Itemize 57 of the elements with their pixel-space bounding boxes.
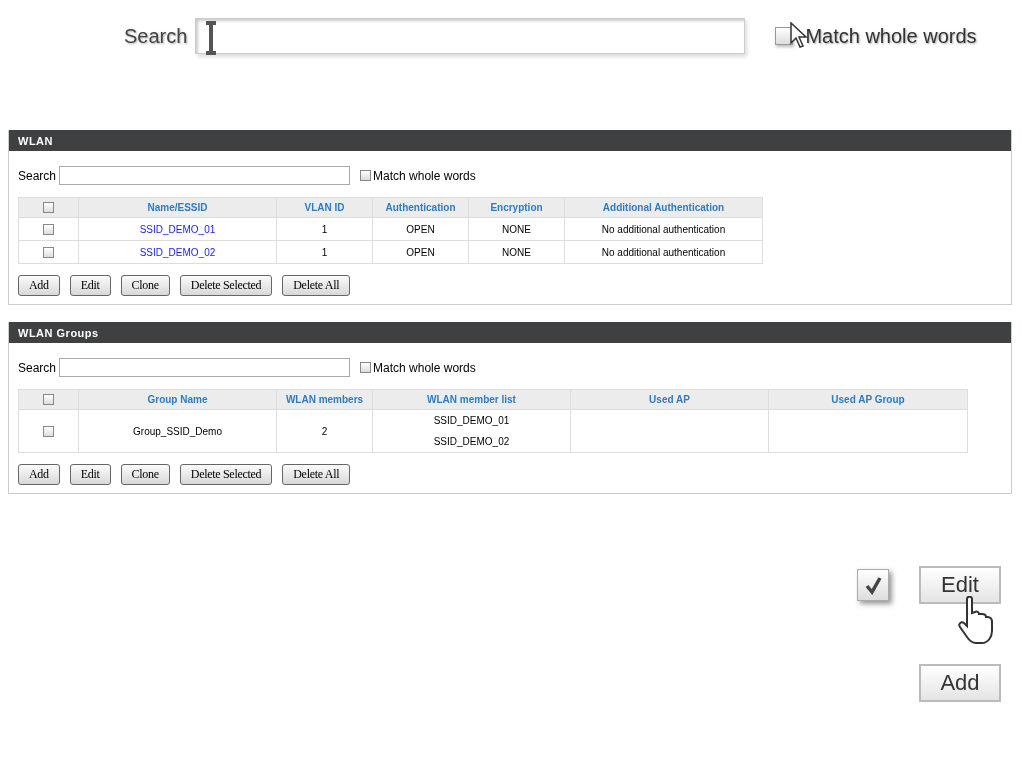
action-button[interactable]: Delete All (282, 464, 351, 485)
action-button[interactable]: Edit (69, 275, 111, 296)
action-button[interactable]: Clone (120, 275, 170, 296)
checkbox[interactable] (43, 246, 54, 258)
ssid-link[interactable]: SSID_DEMO_01 (79, 218, 276, 240)
column-header[interactable]: WLAN members (276, 389, 373, 410)
checkbox-label: Match whole words (805, 24, 977, 48)
table-cell-text: OPEN (405, 222, 436, 237)
search-label: Search (18, 360, 57, 375)
search-label: Search (124, 24, 188, 48)
action-button[interactable]: Delete Selected (179, 275, 273, 296)
action-button[interactable]: Delete All (282, 275, 351, 296)
search-label: Search (18, 168, 57, 183)
panel-header: WLAN (9, 130, 1011, 151)
checkbox[interactable] (360, 170, 372, 181)
search-field[interactable] (59, 358, 351, 377)
table-cell-text: 1 (320, 222, 329, 237)
table-cell-text: SSID_DEMO_01 (432, 414, 511, 428)
table-cell-text: 2 (320, 424, 329, 439)
column-header[interactable]: WLAN member list (372, 389, 571, 410)
checkbox[interactable] (43, 425, 54, 437)
column-header[interactable]: Group Name (78, 389, 277, 410)
column-header[interactable]: VLAN ID (276, 197, 373, 218)
column-header[interactable]: Used AP (570, 389, 769, 410)
checkbox[interactable] (43, 223, 54, 235)
table-cell-text: NONE (501, 245, 532, 260)
checkbox[interactable] (43, 202, 54, 213)
column-header[interactable]: Additional Authentication (564, 197, 763, 218)
checkmark-icon (863, 575, 883, 595)
table-cell-text: SSID_DEMO_02 (432, 435, 511, 449)
pointer-cursor-icon (790, 22, 808, 49)
table-cell-text: Group_SSID_Demo (132, 424, 223, 439)
column-header[interactable]: Name/ESSID (78, 197, 277, 218)
checkbox[interactable] (360, 362, 372, 373)
checkbox-label: Match whole words (373, 168, 476, 183)
action-button[interactable]: Clone (120, 464, 170, 485)
search-field[interactable] (195, 18, 746, 54)
action-button[interactable]: Delete Selected (179, 464, 273, 485)
search-field[interactable] (59, 166, 351, 185)
column-header[interactable]: Encryption (468, 197, 565, 218)
panel-header: WLAN Groups (9, 322, 1011, 343)
table-cell-text: 1 (320, 245, 329, 260)
table-cell-text: No additional authentication (600, 245, 727, 260)
checkbox[interactable] (43, 394, 54, 405)
checkbox-label: Match whole words (373, 360, 476, 375)
column-header[interactable]: Used AP Group (768, 389, 968, 410)
table-cell-text: No additional authentication (600, 222, 727, 237)
action-button[interactable]: Add (919, 664, 1001, 702)
checkbox[interactable] (857, 569, 889, 601)
column-header[interactable]: Authentication (372, 197, 469, 218)
table-cell-text: OPEN (405, 245, 436, 260)
text-cursor-icon (204, 21, 219, 55)
action-button[interactable]: Edit (69, 464, 111, 485)
table-cell-text: NONE (501, 222, 532, 237)
ssid-link[interactable]: SSID_DEMO_02 (79, 241, 276, 263)
action-button[interactable]: Add (18, 275, 60, 296)
action-button[interactable]: Add (18, 464, 60, 485)
